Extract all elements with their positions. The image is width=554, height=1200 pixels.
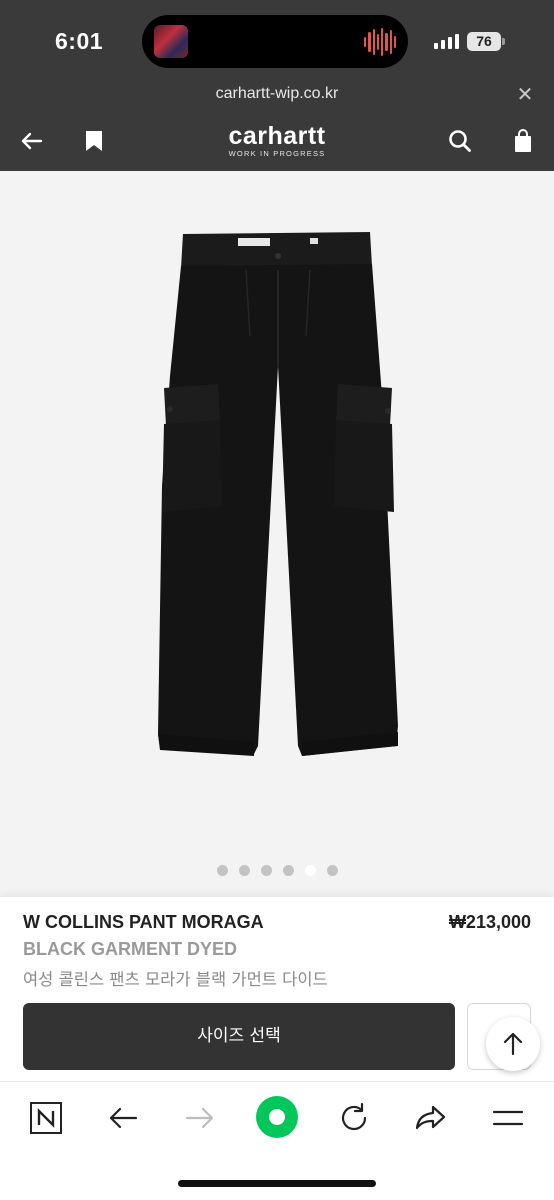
home-indicator[interactable] <box>178 1180 376 1187</box>
pagination-dot[interactable] <box>282 865 294 876</box>
gallery-pagination <box>0 865 554 876</box>
brand-name: carhartt <box>228 122 326 150</box>
audio-waveform-icon <box>364 27 396 56</box>
product-price: ₩213,000 <box>448 912 531 932</box>
search-icon[interactable] <box>445 126 475 156</box>
naver-green-button[interactable] <box>254 1094 300 1140</box>
cellular-signal-icon <box>434 33 460 49</box>
pagination-dot[interactable] <box>238 865 250 876</box>
back-arrow-icon[interactable] <box>17 126 47 156</box>
pagination-dot[interactable] <box>216 865 228 876</box>
bookmark-icon[interactable] <box>79 126 109 156</box>
brand-logo[interactable]: carhartt WORK IN PROGRESS <box>205 122 349 159</box>
shopping-bag-icon[interactable] <box>508 126 538 156</box>
product-color: BLACK GARMENT DYED <box>23 939 237 959</box>
reload-icon[interactable] <box>332 1096 376 1140</box>
share-icon[interactable] <box>409 1096 453 1140</box>
dynamic-island[interactable] <box>142 15 408 68</box>
menu-icon[interactable] <box>486 1096 530 1140</box>
product-gallery[interactable] <box>0 171 554 897</box>
status-bar: 6:01 76 <box>0 0 554 80</box>
arrow-up-icon <box>503 1032 523 1056</box>
scroll-to-top-button[interactable] <box>486 1017 540 1071</box>
site-navbar: carhartt WORK IN PROGRESS <box>0 116 554 166</box>
pagination-dot-active[interactable] <box>304 865 316 876</box>
url-display[interactable]: carhartt-wip.co.kr <box>0 85 554 103</box>
product-name: W COLLINS PANT MORAGA <box>23 912 264 932</box>
product-korean-name: 여성 콜린스 팬츠 모라가 블랙 가먼트 다이드 <box>23 970 328 989</box>
battery-icon: 76 <box>467 32 501 51</box>
back-arrow-icon[interactable] <box>101 1096 145 1140</box>
now-playing-artwork <box>154 25 188 58</box>
select-size-button[interactable]: 사이즈 선택 <box>23 1003 455 1070</box>
close-icon[interactable]: ✕ <box>515 82 535 106</box>
product-image <box>158 232 398 756</box>
brand-tagline: WORK IN PROGRESS <box>228 149 326 158</box>
naver-n-icon[interactable] <box>24 1096 68 1140</box>
browser-header: 6:01 76 carhartt-wip.co.kr ✕ carhartt WO… <box>0 0 554 171</box>
status-time: 6:01 <box>55 28 104 54</box>
battery-tip <box>502 38 505 45</box>
product-info-sheet: W COLLINS PANT MORAGA ₩213,000 BLACK GAR… <box>0 897 554 1081</box>
pagination-dot[interactable] <box>326 865 338 876</box>
pagination-dot[interactable] <box>260 865 272 876</box>
forward-arrow-icon[interactable] <box>178 1096 222 1140</box>
